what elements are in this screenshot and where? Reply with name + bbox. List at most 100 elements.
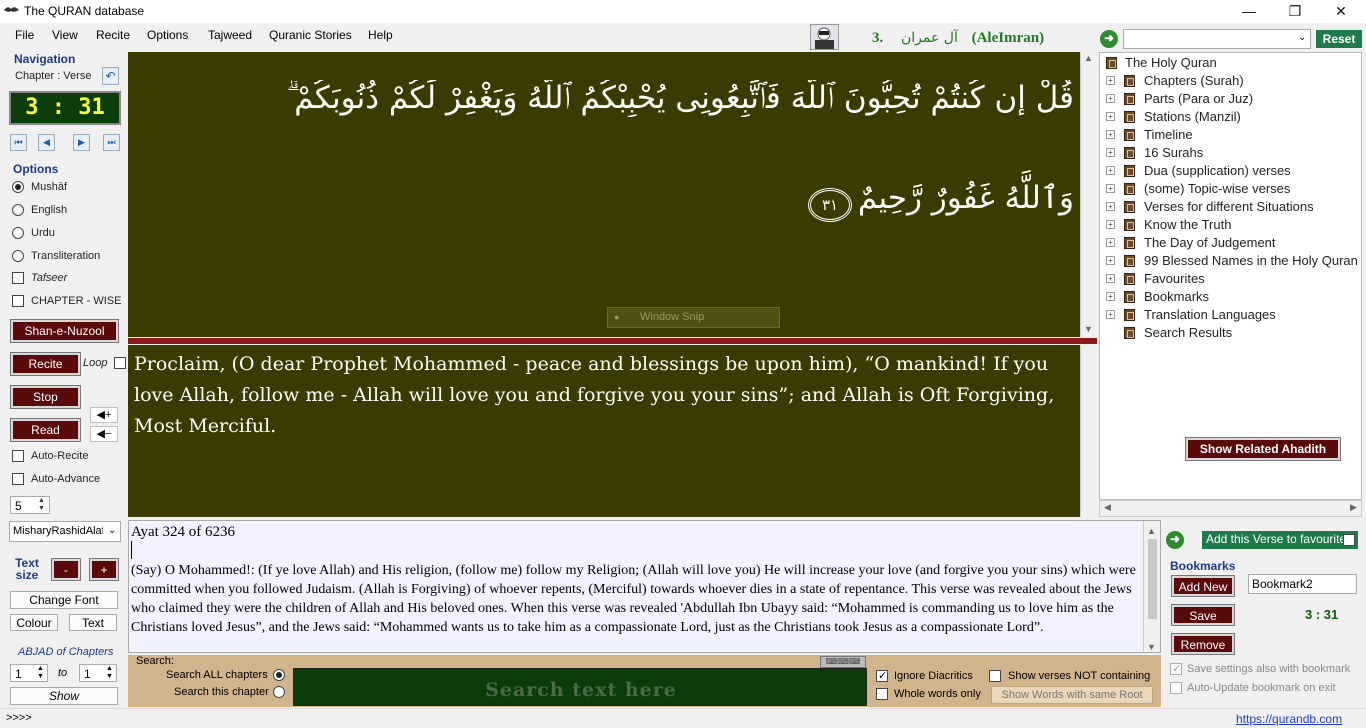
stop-button[interactable]: Stop [10,385,81,409]
abjad-show-button[interactable]: Show [10,687,118,705]
expand-icon[interactable]: + [1106,256,1115,265]
tree-item[interactable]: + Dua (supplication) verses [1100,162,1360,180]
tafseer-checkbox[interactable] [12,272,24,284]
tree-item[interactable]: + Timeline [1100,126,1360,144]
same-root-button[interactable]: Show Words with same Root [991,686,1153,704]
mushaf-radio[interactable] [12,181,24,193]
go-arrow-icon[interactable]: ➜ [1100,30,1118,48]
expand-icon[interactable]: + [1106,220,1115,229]
search-this-chapter-radio[interactable] [273,686,285,698]
search-input[interactable]: Search text here [293,668,867,706]
auto-update-checkbox[interactable] [1170,682,1182,694]
expand-icon[interactable]: + [1106,166,1115,175]
tree-item[interactable]: + Know the Truth [1100,216,1360,234]
expand-icon[interactable]: + [1106,310,1115,319]
expand-icon[interactable]: + [1106,274,1115,283]
favourite-checkbox[interactable] [1343,534,1355,546]
text-size-plus-button[interactable]: + [89,558,119,581]
expand-icon[interactable]: + [1106,202,1115,211]
english-radio[interactable] [12,204,24,216]
last-verse-button[interactable]: ⏭ [103,134,120,151]
tree-item[interactable]: +99 Blessed Names in the Holy Quran [1100,252,1360,270]
scroll-up-icon[interactable]: ▲ [1084,53,1093,63]
translation-scrollbar[interactable] [1080,345,1097,517]
tree-item[interactable]: + Parts (Para or Juz) [1100,90,1360,108]
tree-item[interactable]: +16 Surahs [1100,144,1360,162]
abjad-from-stepper[interactable]: 1 ▲ ▼ [10,664,48,682]
bookmark-name-input[interactable]: Bookmark2 [1248,574,1357,594]
shan-e-nuzool-button[interactable]: Shan-e-Nuzool [10,319,119,343]
tree-item[interactable]: + Stations (Manzil) [1100,108,1360,126]
remove-bookmark-button[interactable]: Remove [1171,633,1235,655]
read-button[interactable]: Read [10,418,81,442]
ignore-diacritics-checkbox[interactable] [876,669,888,682]
auto-advance-checkbox[interactable] [12,473,24,485]
add-new-bookmark-button[interactable]: Add New [1171,575,1235,597]
tree-root[interactable]: The Holy Quran [1100,54,1360,72]
minimize-button[interactable]: — [1226,0,1272,23]
volume-down-icon[interactable]: ◀− [90,426,118,442]
expand-icon[interactable]: + [1106,238,1115,247]
arabic-scrollbar[interactable]: ▲ ▼ [1080,52,1097,337]
expand-icon[interactable]: + [1106,292,1115,301]
undo-icon[interactable]: ↶ [102,67,119,85]
repeat-count-stepper[interactable]: 5 ▲ ▼ [10,496,50,514]
expand-icon[interactable]: + [1106,184,1115,193]
tree-item[interactable]: + Verses for different Situations [1100,198,1360,216]
prev-verse-button[interactable]: ◀ [38,134,55,151]
add-to-favourites-button[interactable]: Add this Verse to favourites [1202,531,1358,549]
tree-item[interactable]: + Chapters (Surah) [1100,72,1360,90]
urdu-radio[interactable] [12,227,24,239]
restore-button[interactable]: ❐ [1272,0,1318,23]
expand-icon[interactable]: + [1106,148,1115,157]
volume-up-icon[interactable]: ◀+ [90,407,118,423]
search-all-chapters-radio[interactable] [273,669,285,681]
loop-checkbox[interactable] [114,357,126,369]
text-size-minus-button[interactable]: - [51,558,81,581]
reciter-select[interactable]: MisharyRashidAlafa ⌄ [9,521,121,542]
menu-recite[interactable]: Recite [96,28,130,42]
close-button[interactable]: ✕ [1318,0,1364,23]
tree-item[interactable]: + The Day of Judgement [1100,234,1360,252]
tafseer-notes-box[interactable]: Ayat 324 of 6236 (Say) O Mohammed!: (If … [128,520,1161,653]
save-bookmark-button[interactable]: Save [1171,604,1235,626]
tree-horizontal-scrollbar[interactable]: ◀ ▶ [1099,500,1362,517]
recite-button[interactable]: Recite [10,352,81,376]
whole-words-checkbox[interactable] [876,688,888,700]
text-button[interactable]: Text [69,614,117,631]
go-arrow-icon[interactable]: ➜ [1166,531,1184,549]
expand-icon[interactable]: + [1106,112,1115,121]
expand-icon[interactable]: + [1106,130,1115,139]
show-related-ahadith-button[interactable]: Show Related Ahadith [1185,437,1341,461]
tree-item[interactable]: Search Results [1100,324,1360,342]
tree-item[interactable]: + Translation Languages [1100,306,1360,324]
abjad-to-stepper[interactable]: 1 ▲ ▼ [79,664,117,682]
first-verse-button[interactable]: ⏮ [10,134,27,151]
expand-icon[interactable]: + [1106,94,1115,103]
scroll-left-icon[interactable]: ◀ [1104,502,1111,513]
scroll-right-icon[interactable]: ▶ [1350,502,1357,513]
change-font-button[interactable]: Change Font [10,591,118,609]
panel-divider[interactable] [128,338,1097,344]
tree-reset-button[interactable]: Reset [1316,30,1362,48]
next-verse-button[interactable]: ▶ [73,134,90,151]
stepper-arrows-icon[interactable]: ▲ ▼ [106,665,113,681]
scroll-thumb[interactable] [1148,539,1157,619]
menu-options[interactable]: Options [147,28,188,42]
tree-item[interactable]: + Bookmarks [1100,288,1360,306]
stepper-arrows-icon[interactable]: ▲ ▼ [38,497,45,513]
tree-search-dropdown[interactable]: ⌄ [1123,29,1311,49]
tree-item[interactable]: + (some) Topic-wise verses [1100,180,1360,198]
transliteration-radio[interactable] [12,250,24,262]
auto-recite-checkbox[interactable] [12,450,24,462]
menu-view[interactable]: View [52,28,78,42]
stepper-arrows-icon[interactable]: ▲ ▼ [37,665,44,681]
menu-file[interactable]: File [15,28,34,42]
expand-icon[interactable]: + [1106,76,1115,85]
notes-scrollbar[interactable]: ▲ ▼ [1143,521,1160,652]
menu-help[interactable]: Help [368,28,393,42]
scroll-down-icon[interactable]: ▼ [1084,324,1093,334]
keyboard-icon[interactable]: ⌨⌨⌨ [820,656,866,668]
menu-quranic-stories[interactable]: Quranic Stories [269,28,352,42]
colour-button[interactable]: Colour [10,614,58,631]
